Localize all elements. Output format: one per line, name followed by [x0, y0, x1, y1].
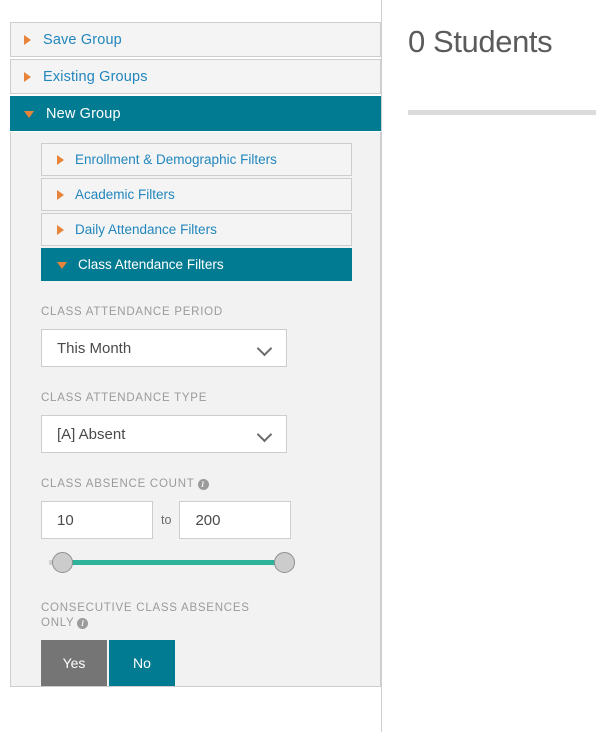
toggle-option-no[interactable]: No — [109, 640, 175, 686]
chevron-down-icon — [256, 340, 273, 357]
class-attendance-type-value: [A] Absent — [57, 425, 126, 443]
class-absence-count-label-text: CLASS ABSENCE COUNT — [41, 478, 195, 490]
accordion-academic-filters[interactable]: Academic Filters — [41, 178, 352, 211]
class-attendance-period-label: CLASS ATTENDANCE PERIOD — [41, 306, 223, 318]
class-absence-count-min-input[interactable]: 10 — [41, 501, 153, 539]
accordion-save-group-label: Save Group — [43, 31, 122, 48]
chevron-down-icon — [256, 426, 273, 443]
new-group-body: Enrollment & Demographic Filters Academi… — [10, 132, 381, 687]
triangle-right-icon — [24, 71, 31, 82]
class-attendance-type-select[interactable]: [A] Absent — [41, 415, 287, 453]
class-absence-count-label: CLASS ABSENCE COUNT i — [41, 477, 380, 492]
class-absence-count-range: 10 to 200 — [41, 501, 380, 539]
triangle-down-icon — [57, 262, 67, 269]
triangle-right-icon — [57, 189, 64, 200]
class-attendance-period-select[interactable]: This Month — [41, 329, 287, 367]
accordion-save-group[interactable]: Save Group — [10, 22, 381, 57]
accordion-class-attendance-filters-label: Class Attendance Filters — [78, 257, 224, 272]
triangle-right-icon — [57, 154, 64, 165]
consecutive-class-absences-only-label: CONSECUTIVE CLASS ABSENCES ONLY i — [41, 601, 271, 631]
accordion-new-group[interactable]: New Group — [10, 96, 381, 131]
student-count-heading: 0 Students — [408, 24, 553, 59]
class-attendance-type-label: CLASS ATTENDANCE TYPE — [41, 392, 208, 404]
triangle-right-icon — [24, 34, 31, 45]
accordion-class-attendance-filters[interactable]: Class Attendance Filters — [41, 248, 352, 281]
accordion-existing-groups[interactable]: Existing Groups — [10, 59, 381, 94]
summary-divider — [408, 110, 596, 115]
accordion-daily-attendance-filters-label: Daily Attendance Filters — [75, 222, 217, 237]
group-accordion: Save Group Existing Groups New Group Enr… — [10, 22, 381, 687]
info-icon[interactable]: i — [77, 618, 89, 629]
accordion-new-group-label: New Group — [46, 105, 121, 122]
class-absence-count-slider[interactable] — [41, 549, 296, 575]
range-separator: to — [161, 513, 172, 527]
slider-handle-min[interactable] — [52, 552, 73, 573]
filter-accordion: Enrollment & Demographic Filters Academi… — [41, 143, 352, 281]
class-attendance-period-value: This Month — [57, 339, 132, 357]
summary-panel: 0 Students — [382, 0, 596, 732]
accordion-enrollment-demographic-filters-label: Enrollment & Demographic Filters — [75, 152, 277, 167]
accordion-daily-attendance-filters[interactable]: Daily Attendance Filters — [41, 213, 352, 246]
class-attendance-fields: CLASS ATTENDANCE PERIOD This Month CLASS… — [11, 283, 380, 686]
accordion-existing-groups-label: Existing Groups — [43, 68, 148, 85]
filter-panel: Save Group Existing Groups New Group Enr… — [0, 0, 382, 732]
app-root: Save Group Existing Groups New Group Enr… — [0, 0, 596, 732]
triangle-down-icon — [24, 111, 34, 118]
accordion-academic-filters-label: Academic Filters — [75, 187, 175, 202]
accordion-enrollment-demographic-filters[interactable]: Enrollment & Demographic Filters — [41, 143, 352, 176]
toggle-option-yes[interactable]: Yes — [41, 640, 107, 686]
triangle-right-icon — [57, 224, 64, 235]
info-icon[interactable]: i — [197, 479, 209, 490]
consecutive-class-absences-toggle: Yes No — [41, 640, 380, 686]
slider-track-active — [60, 560, 294, 565]
consecutive-class-absences-only-label-text: CONSECUTIVE CLASS ABSENCES ONLY — [41, 602, 250, 629]
class-absence-count-max-input[interactable]: 200 — [179, 501, 292, 539]
slider-handle-max[interactable] — [274, 552, 295, 573]
